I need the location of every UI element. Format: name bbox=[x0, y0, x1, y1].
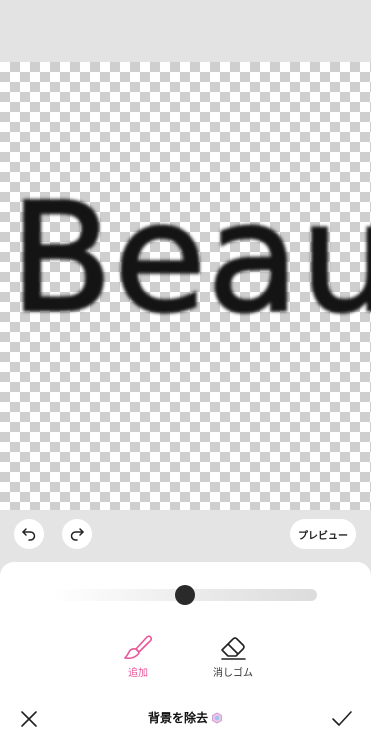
add-tool-button[interactable]: 追加 bbox=[108, 632, 168, 680]
canvas-image-text: Beau bbox=[8, 172, 371, 346]
top-bar bbox=[0, 0, 371, 62]
premium-gem-icon bbox=[212, 712, 222, 723]
preview-button[interactable]: プレビュー bbox=[290, 519, 356, 549]
title-group: 背景を除去 bbox=[0, 709, 371, 726]
tool-panel: 追加 消しゴム 背景を除去 bbox=[0, 562, 371, 750]
eraser-icon bbox=[216, 632, 250, 662]
bottom-action-bar: 背景を除去 bbox=[0, 700, 371, 740]
add-tool-label: 追加 bbox=[128, 668, 148, 679]
undo-icon bbox=[22, 528, 36, 541]
checkmark-icon bbox=[332, 711, 352, 726]
brush-icon bbox=[121, 632, 155, 662]
edit-toolbar: プレビュー bbox=[0, 510, 371, 562]
eraser-tool-button[interactable]: 消しゴム bbox=[203, 632, 263, 680]
undo-button[interactable] bbox=[14, 519, 44, 549]
remove-background-screen: Beau プレビュー 追加 消しゴム 背景を除去 bbox=[0, 0, 371, 750]
redo-button[interactable] bbox=[62, 519, 92, 549]
brush-size-slider-thumb[interactable] bbox=[175, 585, 195, 605]
image-canvas[interactable]: Beau bbox=[0, 62, 371, 510]
confirm-button[interactable] bbox=[330, 708, 354, 730]
eraser-tool-label: 消しゴム bbox=[213, 668, 253, 679]
redo-icon bbox=[70, 528, 84, 541]
screen-title: 背景を除去 bbox=[147, 711, 208, 725]
